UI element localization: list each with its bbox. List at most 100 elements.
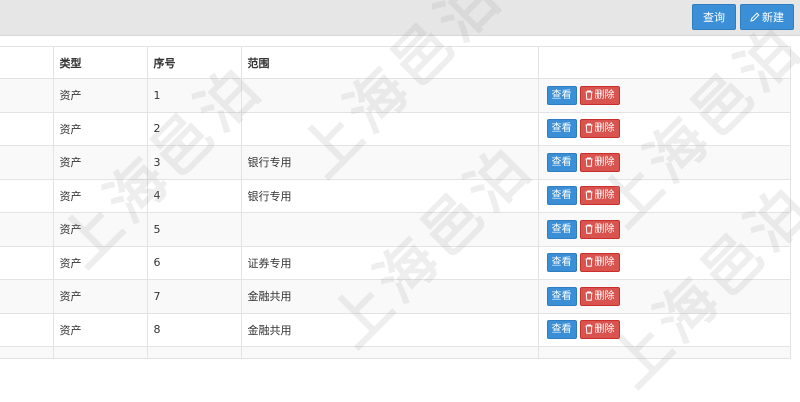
scope-cell	[240, 111, 539, 146]
delete-button[interactable]: 删除	[579, 253, 620, 273]
view-button-label: 查看	[551, 89, 572, 101]
trash-icon	[585, 257, 592, 268]
column-header-blank	[0, 46, 54, 79]
view-button-label: 查看	[551, 290, 572, 302]
actions-cell: 查看 删除	[537, 78, 791, 113]
seq-cell: 6	[146, 245, 242, 280]
column-header-seq: 序号	[146, 46, 242, 79]
row-blank-cell	[0, 346, 54, 359]
toolbar: 查询 新建	[0, 0, 800, 36]
type-cell	[52, 346, 148, 359]
row-blank-cell	[0, 111, 54, 146]
actions-cell	[537, 346, 791, 359]
view-button[interactable]: 查看	[546, 85, 577, 105]
table-row: 资产 3 银行专用 查看 删除	[0, 145, 791, 180]
delete-button-label: 删除	[594, 190, 615, 202]
row-blank-cell	[0, 212, 54, 247]
delete-button-label: 删除	[594, 324, 615, 336]
delete-button[interactable]: 删除	[579, 286, 620, 306]
actions-cell: 查看 删除	[537, 212, 791, 247]
type-cell: 资产	[52, 145, 148, 180]
delete-button-label: 删除	[594, 223, 615, 235]
actions-cell: 查看 删除	[537, 279, 791, 314]
table-row: 资产 1 查看 删除	[0, 78, 791, 113]
row-blank-cell	[0, 145, 54, 180]
trash-icon	[585, 224, 592, 234]
scope-cell	[240, 78, 539, 113]
delete-button-label: 删除	[594, 156, 615, 168]
scope-cell: 银行专用	[240, 178, 539, 213]
view-button-label: 查看	[551, 324, 572, 336]
data-table: 类型 序号 范围 资产 1 查看 删除 资产 2 查看 删除 资产 3 银行专用 查看 删除 资产 4 银行专…	[0, 46, 791, 359]
delete-button[interactable]: 删除	[579, 85, 620, 105]
view-button[interactable]: 查看	[546, 286, 577, 306]
trash-icon	[585, 324, 592, 335]
type-cell: 资产	[52, 245, 148, 280]
scope-cell: 银行专用	[240, 145, 539, 180]
scope-cell: 证券专用	[240, 245, 539, 280]
actions-cell: 查看 删除	[537, 312, 791, 347]
row-blank-cell	[0, 245, 54, 280]
type-cell: 资产	[52, 312, 148, 347]
seq-cell: 5	[146, 212, 242, 247]
view-button-label: 查看	[551, 190, 572, 202]
delete-button[interactable]: 删除	[579, 219, 620, 239]
view-button-label: 查看	[551, 123, 572, 135]
type-cell: 资产	[52, 78, 148, 113]
table-body: 资产 1 查看 删除 资产 2 查看 删除 资产 3 银行专用 查看 删除 资产 4 银行专用 查看 删除 资产 5 查…	[0, 78, 791, 359]
delete-button[interactable]: 删除	[579, 320, 620, 340]
table-row: 资产 2 查看 删除	[0, 111, 791, 146]
row-blank-cell	[0, 78, 54, 113]
table-row-partial	[0, 346, 791, 359]
delete-button[interactable]: 删除	[579, 152, 620, 172]
table-row: 资产 6 证券专用 查看 删除	[0, 245, 791, 280]
type-cell: 资产	[52, 212, 148, 247]
seq-cell: 2	[146, 111, 242, 146]
column-header-type: 类型	[52, 46, 148, 79]
view-button[interactable]: 查看	[546, 253, 577, 273]
column-header-scope: 范围	[240, 46, 539, 79]
actions-cell: 查看 删除	[537, 145, 791, 180]
trash-icon	[585, 190, 592, 201]
delete-button[interactable]: 删除	[579, 186, 620, 206]
row-blank-cell	[0, 279, 54, 314]
trash-icon	[585, 291, 592, 301]
type-cell: 资产	[52, 279, 148, 314]
actions-cell: 查看 删除	[537, 245, 791, 280]
view-button[interactable]: 查看	[546, 152, 577, 172]
column-header-actions	[537, 46, 791, 79]
view-button[interactable]: 查看	[546, 219, 577, 239]
view-button[interactable]: 查看	[546, 320, 577, 340]
scope-cell: 金融共用	[240, 312, 539, 347]
delete-button-label: 删除	[594, 89, 615, 101]
query-button-label: 查询	[703, 11, 725, 24]
view-button[interactable]: 查看	[546, 119, 577, 139]
table-row: 资产 5 查看 删除	[0, 212, 791, 247]
new-button-label: 新建	[762, 11, 784, 24]
query-button[interactable]: 查询	[692, 4, 736, 30]
trash-icon	[585, 123, 592, 134]
row-blank-cell	[0, 178, 54, 213]
type-cell: 资产	[52, 111, 148, 146]
delete-button-label: 删除	[594, 123, 615, 135]
actions-cell: 查看 删除	[537, 111, 791, 146]
actions-cell: 查看 删除	[537, 178, 791, 213]
seq-cell	[146, 346, 242, 359]
new-button[interactable]: 新建	[740, 4, 794, 30]
seq-cell: 1	[146, 78, 242, 113]
trash-icon	[585, 90, 592, 100]
table-row: 资产 8 金融共用 查看 删除	[0, 312, 791, 347]
delete-button[interactable]: 删除	[579, 119, 620, 139]
seq-cell: 8	[146, 312, 242, 347]
table-header-row: 类型 序号 范围	[0, 46, 791, 79]
seq-cell: 3	[146, 145, 242, 180]
row-blank-cell	[0, 312, 54, 347]
view-button-label: 查看	[551, 156, 572, 168]
table-row: 资产 4 银行专用 查看 删除	[0, 178, 791, 213]
scope-cell	[240, 212, 539, 247]
view-button[interactable]: 查看	[546, 186, 577, 206]
type-cell: 资产	[52, 178, 148, 213]
delete-button-label: 删除	[594, 257, 615, 269]
delete-button-label: 删除	[594, 290, 615, 302]
view-button-label: 查看	[551, 257, 572, 269]
